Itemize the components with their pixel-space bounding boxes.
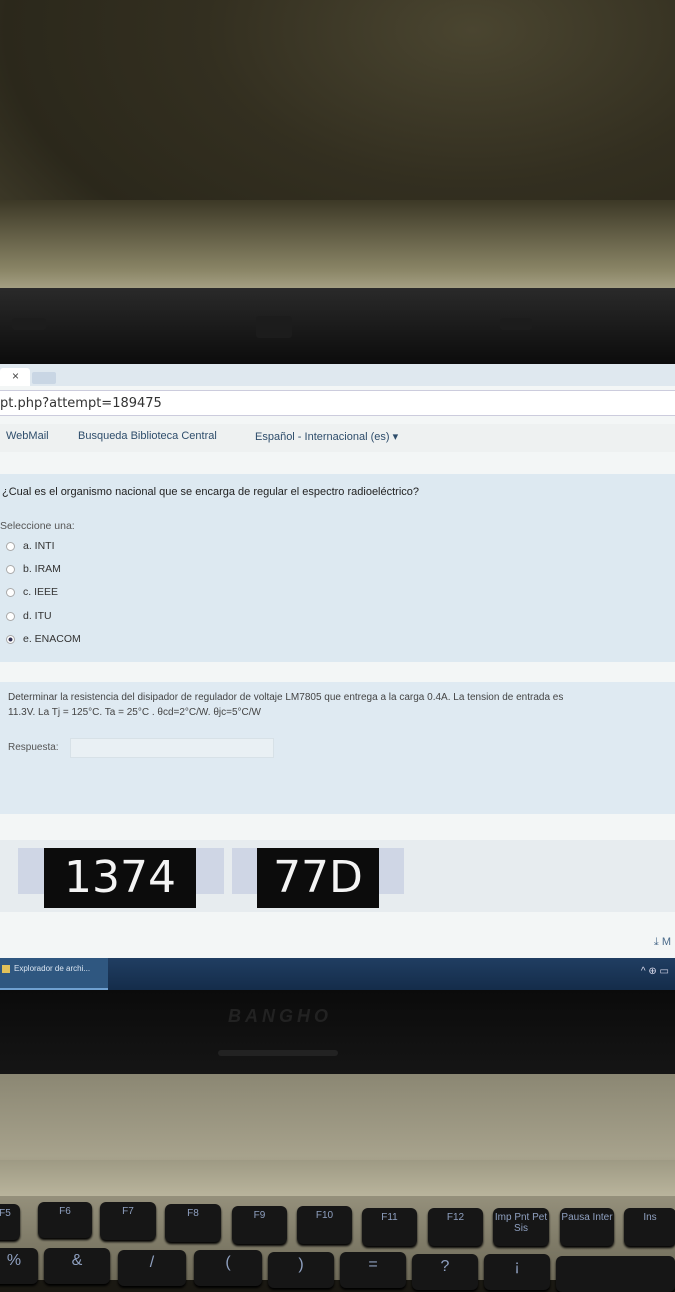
radio-icon[interactable] xyxy=(6,587,15,597)
radio-selected-icon[interactable] xyxy=(6,634,15,644)
key-backspace[interactable] xyxy=(556,1256,675,1292)
radio-icon[interactable] xyxy=(6,564,15,574)
radio-icon[interactable] xyxy=(6,611,15,621)
key-f7[interactable]: F7 xyxy=(100,1202,156,1240)
deck-trim xyxy=(0,1160,675,1196)
download-icon[interactable]: ⤓ M xyxy=(654,936,671,949)
address-text: pt.php?attempt=189475 xyxy=(0,396,162,411)
nav-language-menu[interactable]: Español - Internacional (es) ▾ xyxy=(255,430,398,443)
address-bar[interactable]: pt.php?attempt=189475 xyxy=(0,390,675,416)
key-close-paren[interactable]: ) xyxy=(268,1252,334,1288)
question-1-panel: ¿Cual es el organismo nacional que se en… xyxy=(0,474,675,662)
key-percent[interactable]: % xyxy=(0,1248,38,1284)
radio-icon[interactable] xyxy=(6,541,15,551)
wall-lamp-glow xyxy=(0,200,675,300)
key-question[interactable]: ? xyxy=(412,1254,478,1290)
taskbar-explorer-item[interactable]: Explorador de archi... xyxy=(0,958,108,990)
key-ampersand[interactable]: & xyxy=(44,1248,110,1284)
answer-label: Respuesta: xyxy=(8,742,59,753)
laptop-top-bezel xyxy=(0,288,675,364)
key-inverted-exclamation[interactable]: ¡ xyxy=(484,1254,550,1290)
key-slash[interactable]: / xyxy=(118,1250,186,1286)
system-tray-icons[interactable]: ^ ⊕ ▭ xyxy=(641,966,669,977)
key-pause[interactable]: Pausa Inter xyxy=(560,1208,614,1246)
question-2-panel: Determinar la resistencia del disipador … xyxy=(0,682,675,814)
option-d[interactable]: d. ITU xyxy=(6,610,52,622)
key-f9[interactable]: F9 xyxy=(232,1206,287,1244)
taskbar: Explorador de archi... ^ ⊕ ▭ xyxy=(0,958,675,990)
key-f8[interactable]: F8 xyxy=(165,1204,221,1242)
key-print-screen[interactable]: Imp Pnt Pet Sis xyxy=(493,1208,549,1246)
key-f11[interactable]: F11 xyxy=(362,1208,417,1246)
laptop-bottom-bezel xyxy=(0,990,675,1074)
key-f6[interactable]: F6 xyxy=(38,1202,92,1238)
webcam-icon xyxy=(256,316,292,338)
question-1-text: ¿Cual es el organismo nacional que se en… xyxy=(2,486,420,498)
option-a[interactable]: a. INTI xyxy=(6,540,55,552)
site-navbar: WebMail Busqueda Biblioteca Central Espa… xyxy=(0,424,675,452)
laptop-screen: × pt.php?attempt=189475 WebMail Busqueda… xyxy=(0,364,675,990)
browser-tab[interactable]: × xyxy=(0,368,30,386)
key-f5[interactable]: F5 xyxy=(0,1204,20,1240)
key-open-paren[interactable]: ( xyxy=(194,1250,262,1286)
answer-input[interactable] xyxy=(70,738,274,758)
nav-biblioteca[interactable]: Busqueda Biblioteca Central xyxy=(78,430,217,442)
option-c[interactable]: c. IEEE xyxy=(6,586,58,598)
select-prompt: Seleccione una: xyxy=(0,520,75,532)
sticker-code-1: 1374 xyxy=(44,848,196,908)
key-f10[interactable]: F10 xyxy=(297,1206,352,1244)
bezel-sensor-right xyxy=(500,318,532,330)
brand-logo: BANGHO xyxy=(228,1006,332,1026)
key-f12[interactable]: F12 xyxy=(428,1208,483,1246)
question-2-line-1: Determinar la resistencia del disipador … xyxy=(8,692,564,703)
bezel-sensor-left xyxy=(12,318,46,330)
key-insert[interactable]: Ins xyxy=(624,1208,675,1246)
folder-icon xyxy=(2,965,10,973)
browser-tab-bar: × xyxy=(0,364,675,386)
option-e[interactable]: e. ENACOM xyxy=(6,633,81,645)
new-tab-button[interactable] xyxy=(32,372,56,384)
question-2-text: Determinar la resistencia del disipador … xyxy=(8,690,668,720)
hinge xyxy=(218,1050,338,1056)
tab-close-icon[interactable]: × xyxy=(12,369,19,383)
option-b[interactable]: b. IRAM xyxy=(6,563,61,575)
sticker-code-2: 77D xyxy=(257,848,379,908)
key-equals[interactable]: = xyxy=(340,1252,406,1288)
question-2-line-2: 11.3V. La Tj = 125°C. Ta = 25°C . θcd=2°… xyxy=(8,707,261,718)
nav-webmail[interactable]: WebMail xyxy=(6,430,49,442)
taskbar-item-label: Explorador de archi... xyxy=(14,964,91,973)
